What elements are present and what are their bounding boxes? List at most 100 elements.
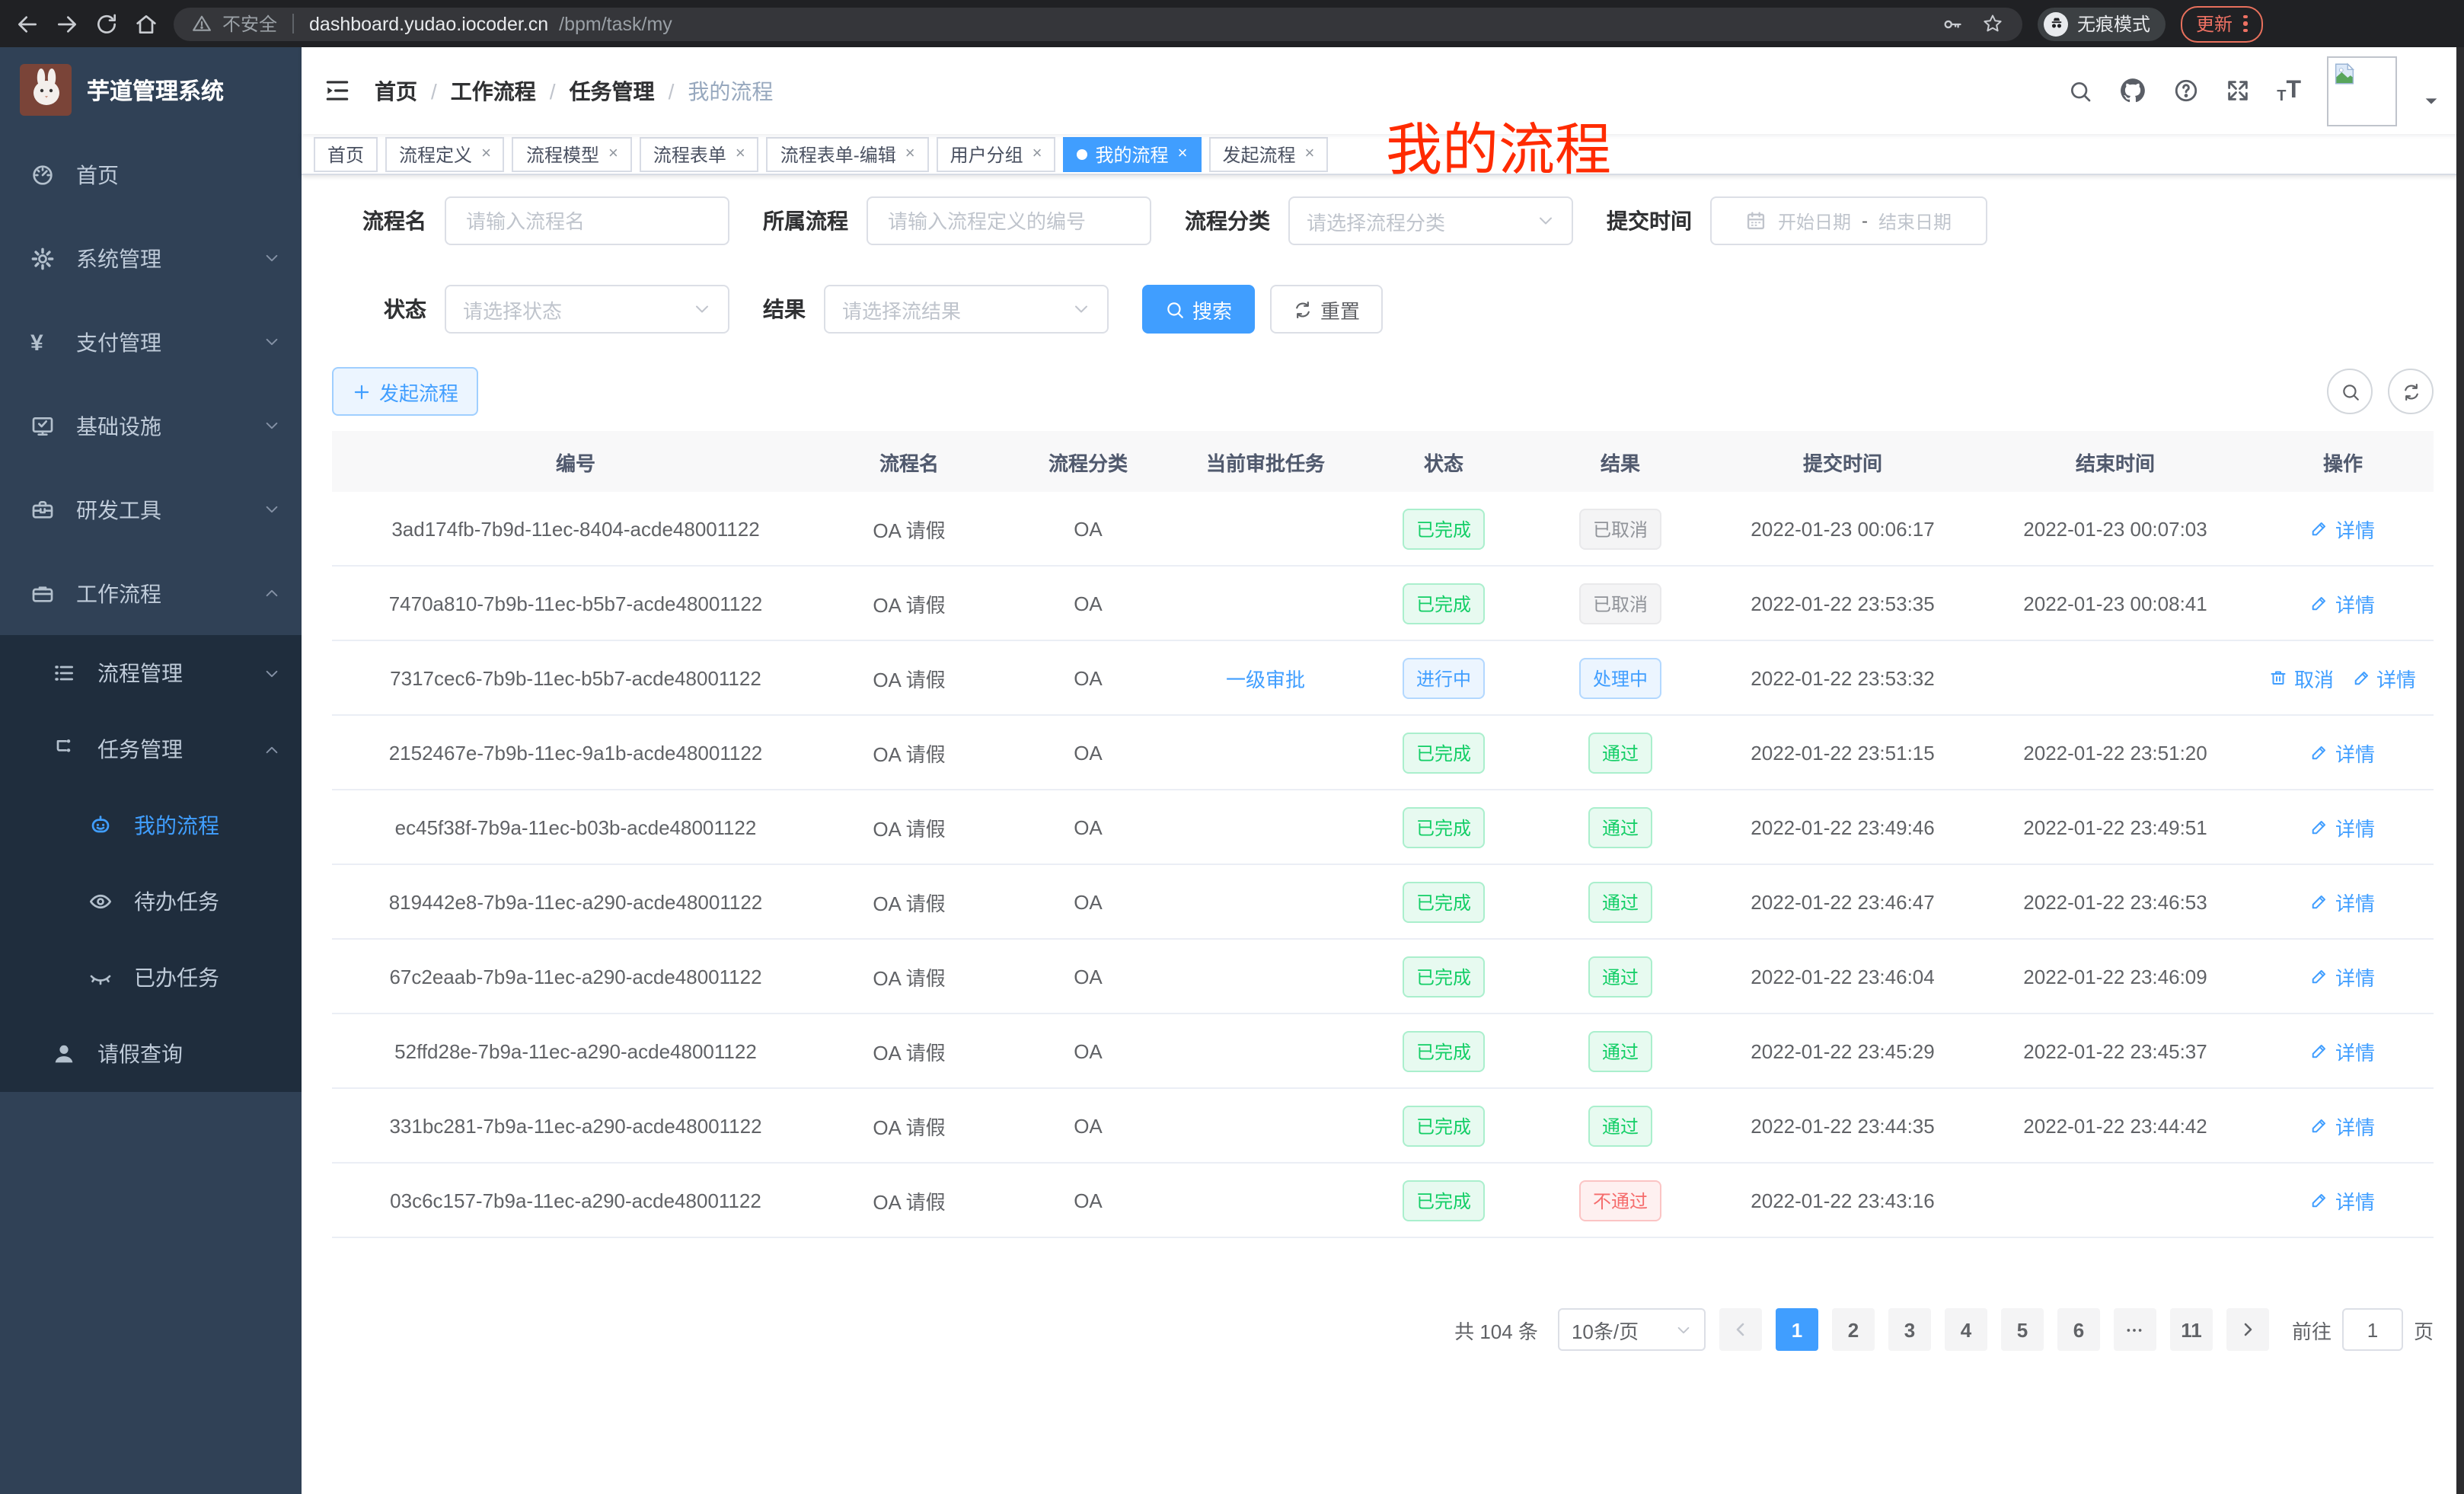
sidebar-item-请假查询[interactable]: 请假查询: [0, 1016, 302, 1092]
page-button-4[interactable]: 4: [1945, 1308, 1987, 1351]
collapse-sidebar-icon[interactable]: [323, 76, 352, 105]
address-bar[interactable]: 不安全 dashboard.yudao.iocoder.cn/bpm/task/…: [174, 7, 2022, 40]
process-definition-input[interactable]: [867, 196, 1151, 245]
tab-流程表单-编辑[interactable]: 流程表单-编辑×: [767, 136, 929, 171]
sidebar-item-支付管理[interactable]: ¥支付管理: [0, 300, 302, 384]
close-icon[interactable]: ×: [1178, 145, 1188, 163]
pager-ellipsis[interactable]: [2114, 1308, 2156, 1351]
sidebar-item-工作流程[interactable]: 工作流程: [0, 551, 302, 635]
edit-icon: [2311, 594, 2329, 612]
close-icon[interactable]: ×: [1033, 145, 1042, 163]
page-button-6[interactable]: 6: [2057, 1308, 2100, 1351]
detail-action-link[interactable]: 详情: [2311, 589, 2375, 618]
page-button-1[interactable]: 1: [1776, 1308, 1818, 1351]
page-button-2[interactable]: 2: [1832, 1308, 1875, 1351]
browser-home-icon[interactable]: [134, 11, 158, 36]
browser-menu-icon[interactable]: [2243, 15, 2247, 33]
process-name-input[interactable]: [445, 196, 729, 245]
search-button[interactable]: 搜索: [1142, 285, 1255, 334]
github-icon[interactable]: [2118, 76, 2147, 105]
search-icon: [1165, 299, 1185, 319]
browser-forward-icon[interactable]: [55, 11, 79, 36]
fullscreen-icon[interactable]: [2225, 78, 2251, 104]
sidebar-logo[interactable]: 芋道管理系统: [0, 47, 302, 132]
sidebar-item-首页[interactable]: 首页: [0, 132, 302, 216]
detail-action-link[interactable]: 详情: [2311, 887, 2375, 916]
column-header: 当前审批任务: [1177, 447, 1354, 476]
caret-down-icon[interactable]: [2423, 93, 2440, 110]
detail-action-link[interactable]: 详情: [2311, 514, 2375, 543]
bookmark-star-icon[interactable]: [1981, 12, 2004, 35]
page-button-11[interactable]: 11: [2170, 1308, 2213, 1351]
sidebar-item-流程管理[interactable]: 流程管理: [0, 635, 302, 711]
page-size-select[interactable]: 10条/页: [1558, 1308, 1706, 1351]
breadcrumb-item[interactable]: 工作流程: [451, 75, 536, 106]
tab-用户分组[interactable]: 用户分组×: [937, 136, 1056, 171]
edit-icon: [2311, 519, 2329, 538]
update-button[interactable]: 更新: [2181, 5, 2262, 42]
question-icon[interactable]: [2173, 78, 2199, 104]
key-icon[interactable]: [1942, 13, 1963, 34]
avatar[interactable]: [2327, 56, 2397, 126]
edit-icon: [2311, 892, 2329, 911]
close-icon[interactable]: ×: [608, 145, 618, 163]
task-link[interactable]: 一级审批: [1226, 668, 1305, 691]
detail-action-link[interactable]: 详情: [2311, 738, 2375, 767]
url-host: dashboard.yudao.iocoder.cn: [309, 13, 548, 34]
detail-action-link[interactable]: 详情: [2311, 1111, 2375, 1140]
page-scrollbar[interactable]: [2456, 47, 2464, 1494]
toggle-search-button[interactable]: [2327, 369, 2373, 414]
sidebar-item-我的流程[interactable]: 我的流程: [0, 787, 302, 864]
detail-action-link[interactable]: 详情: [2311, 962, 2375, 991]
tab-流程模型[interactable]: 流程模型×: [512, 136, 632, 171]
page-button-5[interactable]: 5: [2001, 1308, 2044, 1351]
sidebar-item-待办任务[interactable]: 待办任务: [0, 864, 302, 940]
submit-time-range-picker[interactable]: 开始日期 - 结束日期: [1710, 196, 1987, 245]
tab-发起流程[interactable]: 发起流程×: [1208, 136, 1328, 171]
sidebar-item-研发工具[interactable]: 研发工具: [0, 468, 302, 551]
column-header: 编号: [332, 447, 819, 476]
sidebar-item-系统管理[interactable]: 系统管理: [0, 216, 302, 300]
sidebar-item-基础设施[interactable]: 基础设施: [0, 384, 302, 468]
close-icon[interactable]: ×: [736, 145, 745, 163]
browser-reload-icon[interactable]: [94, 11, 119, 36]
cancel-action-link[interactable]: 取消: [2270, 663, 2334, 692]
category-select[interactable]: 请选择流程分类: [1288, 196, 1573, 245]
sidebar-item-已办任务[interactable]: 已办任务: [0, 940, 302, 1016]
search-icon[interactable]: [2068, 78, 2092, 103]
jump-page-input[interactable]: [2342, 1308, 2403, 1351]
next-page-button[interactable]: [2226, 1308, 2269, 1351]
detail-action-link[interactable]: 详情: [2311, 1036, 2375, 1065]
result-select[interactable]: 请选择流结果: [824, 285, 1109, 334]
breadcrumb-item[interactable]: 任务管理: [570, 75, 655, 106]
chevron-down-icon: [263, 417, 280, 434]
tab-首页[interactable]: 首页: [314, 136, 378, 171]
tab-流程定义[interactable]: 流程定义×: [385, 136, 505, 171]
tab-我的流程[interactable]: 我的流程×: [1064, 136, 1202, 171]
cell-status: 已完成: [1354, 806, 1534, 848]
screenshot-root: 不安全 dashboard.yudao.iocoder.cn/bpm/task/…: [0, 0, 2464, 1494]
close-icon[interactable]: ×: [1304, 145, 1314, 163]
close-icon[interactable]: ×: [481, 145, 491, 163]
table-row: 2152467e-7b9b-11ec-9a1b-acde48001122OA 请…: [332, 716, 2434, 790]
create-process-button[interactable]: 发起流程: [332, 367, 478, 416]
sidebar-item-任务管理[interactable]: 任务管理: [0, 711, 302, 787]
status-select[interactable]: 请选择状态: [445, 285, 729, 334]
breadcrumb-item[interactable]: 首页: [375, 75, 417, 106]
detail-action-link[interactable]: 详情: [2311, 812, 2375, 841]
fontsize-icon[interactable]: TT: [2277, 77, 2301, 104]
refresh-table-button[interactable]: [2388, 369, 2434, 414]
cell-actions: 详情: [2252, 812, 2434, 841]
page-button-3[interactable]: 3: [1888, 1308, 1931, 1351]
close-icon[interactable]: ×: [905, 145, 915, 163]
detail-action-link[interactable]: 详情: [2352, 663, 2416, 692]
detail-action-link[interactable]: 详情: [2311, 1186, 2375, 1215]
prev-page-button[interactable]: [1719, 1308, 1762, 1351]
status-badge: 进行中: [1403, 657, 1485, 698]
status-badge: 已完成: [1403, 732, 1485, 773]
status-badge: 通过: [1588, 806, 1652, 848]
browser-back-icon[interactable]: [15, 11, 40, 36]
tab-流程表单[interactable]: 流程表单×: [640, 136, 759, 171]
cell-submit-time: 2022-01-22 23:44:35: [1707, 1114, 1978, 1137]
reset-button[interactable]: 重置: [1270, 285, 1383, 334]
